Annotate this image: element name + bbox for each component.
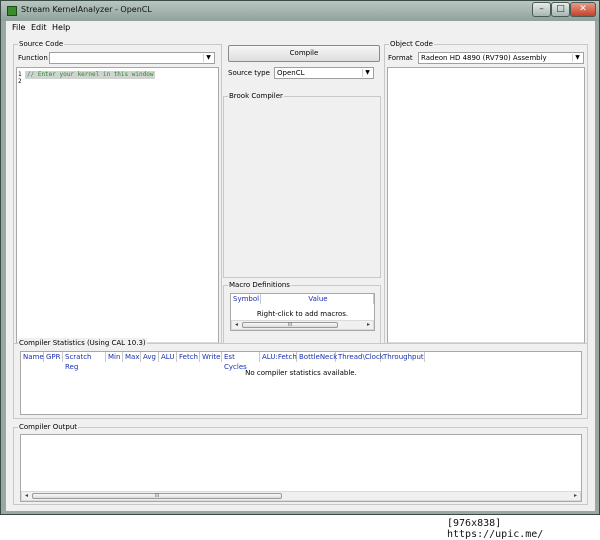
stats-col-max[interactable]: Max [123, 352, 141, 362]
scroll-left-icon[interactable]: ◂ [232, 321, 241, 329]
stats-col-alu-fetch[interactable]: ALU:Fetch [260, 352, 297, 362]
output-hscrollbar[interactable]: ◂ III ▸ [21, 491, 581, 501]
object-code-group: Object Code Format Radeon HD 4890 (RV790… [384, 39, 588, 355]
macro-col-symbol[interactable]: Symbol [231, 294, 261, 304]
macro-table[interactable]: Symbol Value Right-click to add macros. … [230, 293, 375, 331]
line-number-2: 2 [18, 78, 22, 85]
stats-col-scratch-reg[interactable]: Scratch Reg [63, 352, 106, 371]
scroll-right-icon[interactable]: ▸ [364, 321, 373, 329]
stats-col-write[interactable]: Write [200, 352, 222, 362]
code-line-1: // Enter your kernel in this window [25, 71, 156, 79]
stats-empty-message: No compiler statistics available. [245, 369, 357, 377]
scroll-thumb[interactable]: III [32, 493, 282, 499]
chevron-down-icon: ▼ [203, 54, 213, 62]
title-bar[interactable]: Stream KernelAnalyzer - OpenCL – □ ✕ [1, 1, 599, 21]
stats-col-gpr[interactable]: GPR [44, 352, 63, 362]
object-code-title: Object Code [389, 39, 434, 49]
stats-col-alu[interactable]: ALU [159, 352, 177, 362]
source-editor[interactable]: 1 2 // Enter your kernel in this window … [16, 67, 219, 353]
brook-compiler-title: Brook Compiler [228, 91, 284, 101]
source-type-value: OpenCL [277, 69, 305, 77]
scroll-left-icon[interactable]: ◂ [22, 492, 31, 500]
image-watermark: [976x838] https://upic.me/ [447, 518, 544, 540]
scroll-right-icon[interactable]: ▸ [571, 492, 580, 500]
macro-empty-message: Right-click to add macros. [256, 310, 349, 318]
macro-col-value[interactable]: Value [261, 294, 374, 304]
stats-col-avg[interactable]: Avg [141, 352, 159, 362]
menu-help[interactable]: Help [52, 23, 70, 32]
object-code-view[interactable]: ◂ III ▸ [387, 67, 585, 353]
function-label: Function [18, 54, 48, 62]
scroll-thumb[interactable]: III [242, 322, 338, 328]
compiler-output-title: Compiler Output [18, 422, 79, 432]
menu-edit[interactable]: Edit [31, 23, 47, 32]
source-type-select[interactable]: OpenCL ▼ [274, 67, 374, 79]
stats-col-min[interactable]: Min [106, 352, 123, 362]
source-code-group: Source Code Function ▼ 1 2 // Enter your… [13, 39, 222, 355]
app-icon [7, 6, 17, 16]
line-number-1: 1 [18, 71, 22, 78]
stats-col-bottleneck[interactable]: BottleNeck [297, 352, 337, 362]
menu-bar: File Edit Help [6, 21, 595, 34]
source-code-title: Source Code [18, 39, 65, 49]
macro-definitions-title: Macro Definitions [228, 280, 291, 290]
minimize-button[interactable]: – [532, 2, 551, 17]
chevron-down-icon: ▼ [362, 69, 372, 77]
format-label: Format [388, 54, 413, 62]
compiler-statistics-title: Compiler Statistics (Using CAL 10.3) [18, 338, 147, 348]
stats-col-name[interactable]: Name [21, 352, 44, 362]
chevron-down-icon: ▼ [572, 54, 582, 62]
stats-col-est-cycles[interactable]: Est Cycles [222, 352, 260, 371]
window-title: Stream KernelAnalyzer - OpenCL [21, 5, 152, 14]
compiler-output-group: Compiler Output ◂ III ▸ [13, 422, 588, 505]
compile-button[interactable]: Compile [228, 45, 380, 62]
macro-hscrollbar[interactable]: ◂ III ▸ [231, 320, 374, 330]
source-type-label: Source type [228, 69, 270, 77]
brook-compiler-group: Brook Compiler [223, 91, 381, 278]
compiler-statistics-group: Compiler Statistics (Using CAL 10.3) Nam… [13, 338, 588, 419]
format-select[interactable]: Radeon HD 4890 (RV790) Assembly ▼ [418, 52, 584, 64]
close-button[interactable]: ✕ [570, 2, 596, 17]
compiler-output-view[interactable]: ◂ III ▸ [20, 434, 582, 502]
app-window: Stream KernelAnalyzer - OpenCL – □ ✕ Fil… [0, 0, 600, 515]
stats-col-fetch[interactable]: Fetch [177, 352, 200, 362]
menu-file[interactable]: File [12, 23, 25, 32]
function-select[interactable]: ▼ [49, 52, 215, 64]
format-value: Radeon HD 4890 (RV790) Assembly [421, 54, 547, 62]
statistics-table[interactable]: Name GPR Scratch Reg Min Max Avg ALU Fet… [20, 351, 582, 415]
stats-col-thread-clock[interactable]: Thread\Clock [336, 352, 384, 362]
stats-col-throughput[interactable]: Throughput [381, 352, 425, 362]
client-area: File Edit Help Source Code Function ▼ 1 … [6, 21, 595, 511]
maximize-button[interactable]: □ [551, 2, 570, 17]
